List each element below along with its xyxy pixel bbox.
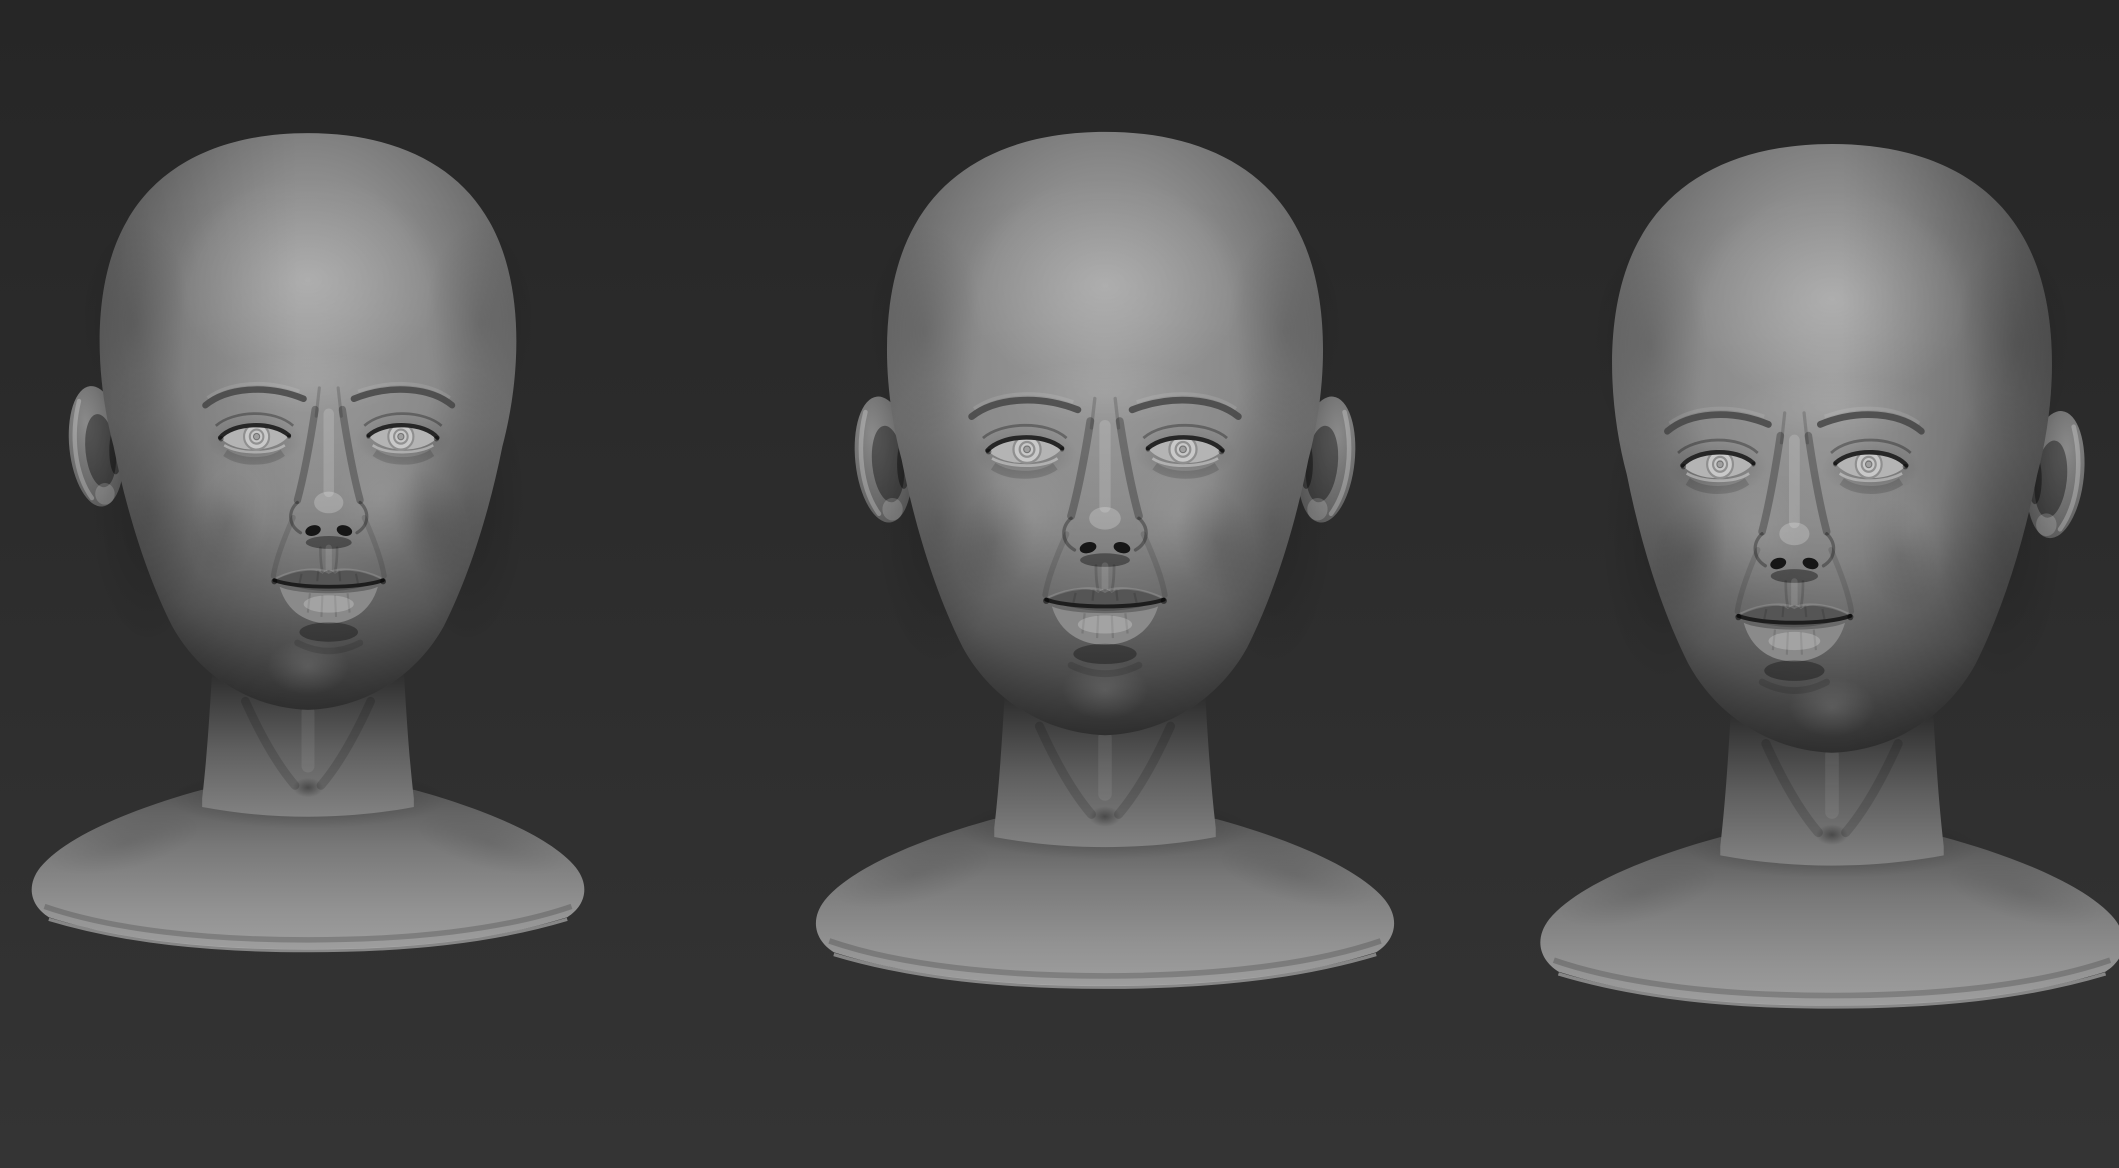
- head-center-bust[interactable]: [816, 132, 1394, 987]
- sculpt-viewport[interactable]: [0, 0, 2119, 1168]
- viewport-canvas[interactable]: [0, 0, 2119, 1168]
- head-right-bust[interactable]: [1540, 144, 2119, 1007]
- head-left-bust[interactable]: [32, 133, 585, 951]
